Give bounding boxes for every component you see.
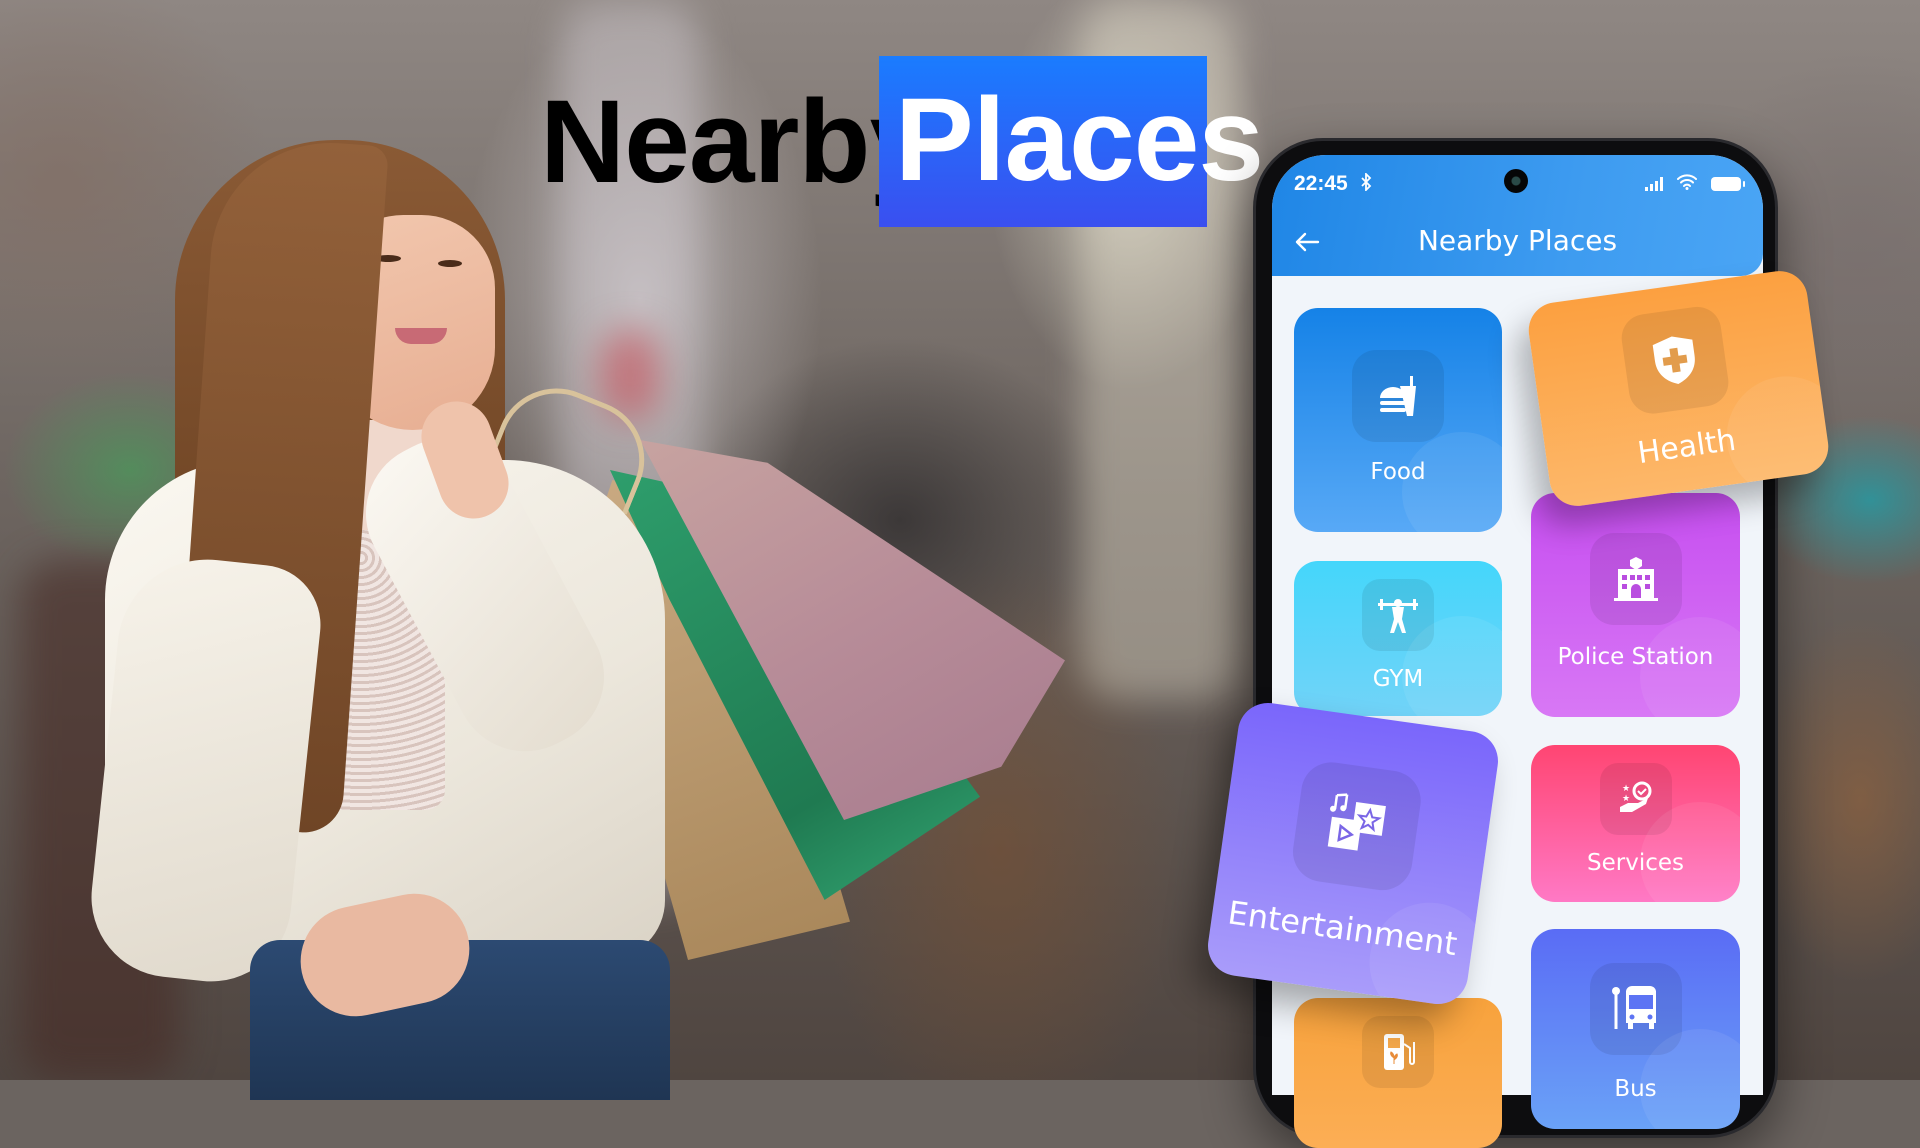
category-tile-police-station[interactable]: Police Station — [1531, 493, 1740, 717]
svg-text:★: ★ — [1622, 794, 1630, 804]
burger-drink-icon — [1352, 350, 1444, 442]
category-label: Health — [1635, 422, 1738, 472]
svg-text:★: ★ — [1622, 784, 1630, 794]
media-music-star-icon — [1289, 758, 1425, 895]
battery-icon — [1711, 177, 1745, 191]
woman-with-shopping-bags-photo — [0, 0, 1100, 1100]
category-tile-bus[interactable]: Bus — [1531, 929, 1740, 1129]
eye — [438, 260, 462, 267]
wifi-icon — [1677, 174, 1697, 194]
lips — [395, 328, 447, 344]
signal-icon — [1645, 177, 1663, 191]
app-bar: 22:45 Nearby Places — [1272, 155, 1763, 276]
status-time: 22:45 — [1294, 172, 1348, 195]
bluetooth-icon — [1360, 171, 1372, 195]
category-tile-health[interactable]: Health — [1525, 267, 1832, 510]
fuel-station-icon — [1362, 1016, 1434, 1088]
front-camera — [1504, 169, 1528, 193]
category-tile-gym[interactable]: GYM — [1294, 561, 1502, 716]
category-tile-services[interactable]: ★ ★ Services — [1531, 745, 1740, 902]
category-tile-fuel[interactable] — [1294, 998, 1502, 1148]
police-building-icon — [1589, 533, 1682, 625]
category-tile-entertainment[interactable]: Entertainment — [1204, 699, 1502, 1008]
shield-cross-icon — [1618, 303, 1732, 417]
tile-decoration — [1402, 432, 1502, 532]
app-title: Nearby Places — [1417, 224, 1618, 257]
category-tile-food[interactable]: Food — [1294, 308, 1502, 532]
tile-decoration — [1640, 617, 1740, 717]
